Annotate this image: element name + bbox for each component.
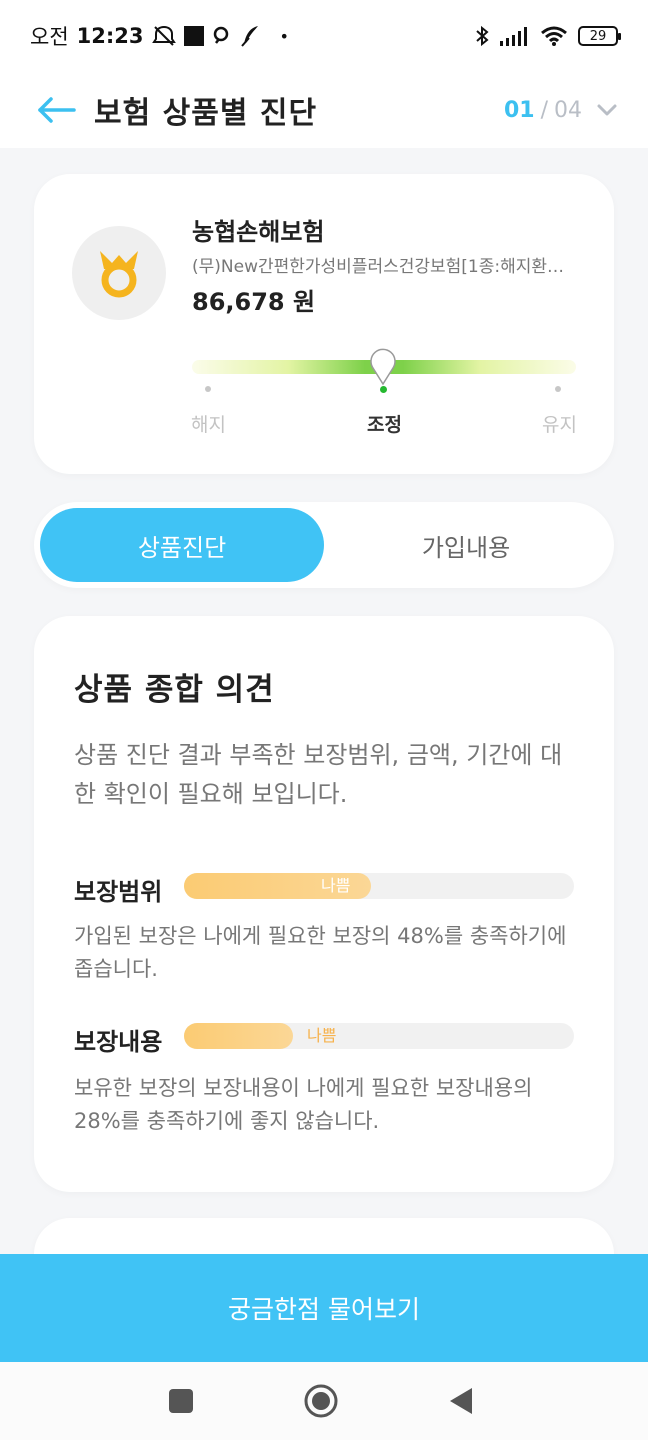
app-header: 보험 상품별 진단 01 / 04 [0,72,648,148]
meter-dot-keep [555,386,561,392]
status-right: 29 [474,24,621,48]
recents-square-icon [169,1389,193,1413]
back-button[interactable] [440,1380,482,1422]
summary-text: 상품 진단 결과 부족한 보장범위, 금액, 기간에 대한 확인이 필요해 보입… [74,741,563,808]
tab-product-diagnosis[interactable]: 상품진단 [40,508,324,582]
meter-pin-icon [370,348,396,386]
battery-icon: 29 [578,26,621,46]
tab-enrollment-details[interactable]: 가입내용 [324,508,608,582]
metric-label-coverage-content: 보장내용 [74,1028,163,1056]
summary-title: 상품 종합 의견 [74,672,275,708]
premium-amount: 86,678 원 [192,288,316,316]
product-name: (무)New간편한가성비플러스건강보험[1종:해지환급금미지급형] [192,257,578,277]
mute-icon [151,25,176,46]
home-circle-icon [304,1384,338,1418]
battery-level: 29 [589,28,607,44]
back-triangle-icon [450,1388,472,1414]
back-arrow-icon[interactable] [36,95,76,125]
metric-desc-coverage-scope: 가입된 보장은 나에게 필요한 보장의 48%를 충족하기에 좁습니다. [74,924,567,981]
status-left: 오전 12:23 • [30,21,289,51]
insurer-logo [72,226,166,320]
meter-label-adjust: 조정 [367,414,402,436]
page-title: 보험 상품별 진단 [94,96,318,131]
recents-button[interactable] [160,1380,202,1422]
metric-grade-coverage-content: 나쁨 [307,1026,337,1045]
more-notifications-dot-icon: • [279,26,289,46]
system-nav-bar [0,1362,648,1440]
meter-label-keep: 유지 [542,414,577,436]
notification-square-icon [183,26,204,46]
chevron-down-icon[interactable] [596,103,618,117]
status-bar: 오전 12:23 • 29 [0,0,648,72]
page-separator: / [540,97,548,123]
metric-grade-coverage-scope: 나쁨 [321,876,351,895]
tab-bar: 상품진단 가입내용 [34,502,614,588]
signal-icon [500,27,527,46]
wifi-icon [541,26,567,46]
metric-bar-coverage-content: 나쁨 [184,1023,574,1049]
nh-logo-icon [100,251,138,298]
page-total: 04 [554,97,582,123]
status-time: 12:23 [76,24,144,48]
metric-bar-fill [184,1023,293,1049]
metric-label-coverage-scope: 보장범위 [74,878,163,906]
bluetooth-icon [476,25,489,47]
meter-dot-adjust [380,386,387,393]
metric-desc-coverage-content: 보유한 보장의 보장내용이 나에게 필요한 보장내용의 28%를 충족하기에 좋… [74,1076,533,1133]
home-button[interactable] [300,1380,342,1422]
search-notification-icon [213,26,228,44]
insurer-name: 농협손해보험 [192,218,325,246]
page-current: 01 [503,97,535,123]
ask-question-button[interactable]: 궁금한점 물어보기 [0,1254,648,1362]
summary-card: 상품 종합 의견 상품 진단 결과 부족한 보장범위, 금액, 기간에 대한 확… [34,616,614,1192]
status-ampm: 오전 [30,25,69,49]
screen: 오전 12:23 • 29 보험 상품별 진단 01 / 04 농협손해보험 (… [0,0,648,1440]
meter-dot-terminate [205,386,211,392]
metric-bar-coverage-scope: 나쁨 [184,873,574,899]
meter-label-terminate: 해지 [191,414,226,436]
feather-icon [240,26,258,47]
product-card[interactable]: 농협손해보험 (무)New간편한가성비플러스건강보험[1종:해지환급금미지급형]… [34,174,614,474]
page-selector[interactable]: 01 / 04 [504,98,618,123]
